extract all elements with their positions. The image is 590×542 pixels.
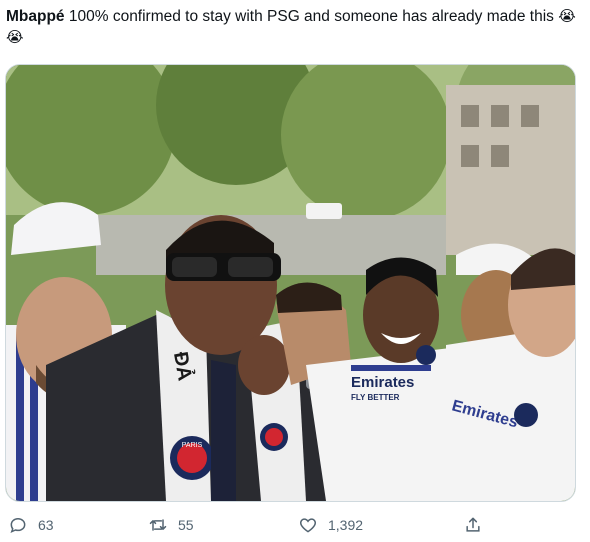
reply-icon xyxy=(10,517,26,534)
tweet-body: 100% confirmed to stay with PSG and some… xyxy=(64,8,559,25)
share-button[interactable] xyxy=(463,508,483,542)
like-count: 1,392 xyxy=(328,517,364,533)
reply-button[interactable]: 63 xyxy=(8,508,54,542)
retweet-icon xyxy=(149,519,167,531)
shirt-sponsor-sub: FLY BETTER xyxy=(351,393,400,402)
share-icon xyxy=(466,517,480,532)
shirt-sponsor-text: Emirates xyxy=(351,374,414,391)
crest-label: PARIS xyxy=(182,442,203,449)
heart-icon xyxy=(299,518,317,533)
tweet-actions-bar: 63 55 1,392 xyxy=(0,508,590,542)
tweet-author-mention[interactable]: Mbappé xyxy=(6,8,65,25)
celebration-photo: ĐẢ PARIS Emirates FLY BETTER Emirates xyxy=(6,65,575,501)
reply-count: 63 xyxy=(38,517,54,533)
retweet-count: 55 xyxy=(178,517,194,533)
tweet-photo[interactable]: ĐẢ PARIS Emirates FLY BETTER Emirates xyxy=(5,64,576,502)
tweet-text: Mbappé 100% confirmed to stay with PSG a… xyxy=(6,6,581,48)
like-button[interactable]: 1,392 xyxy=(298,508,363,542)
retweet-button[interactable]: 55 xyxy=(148,508,194,542)
